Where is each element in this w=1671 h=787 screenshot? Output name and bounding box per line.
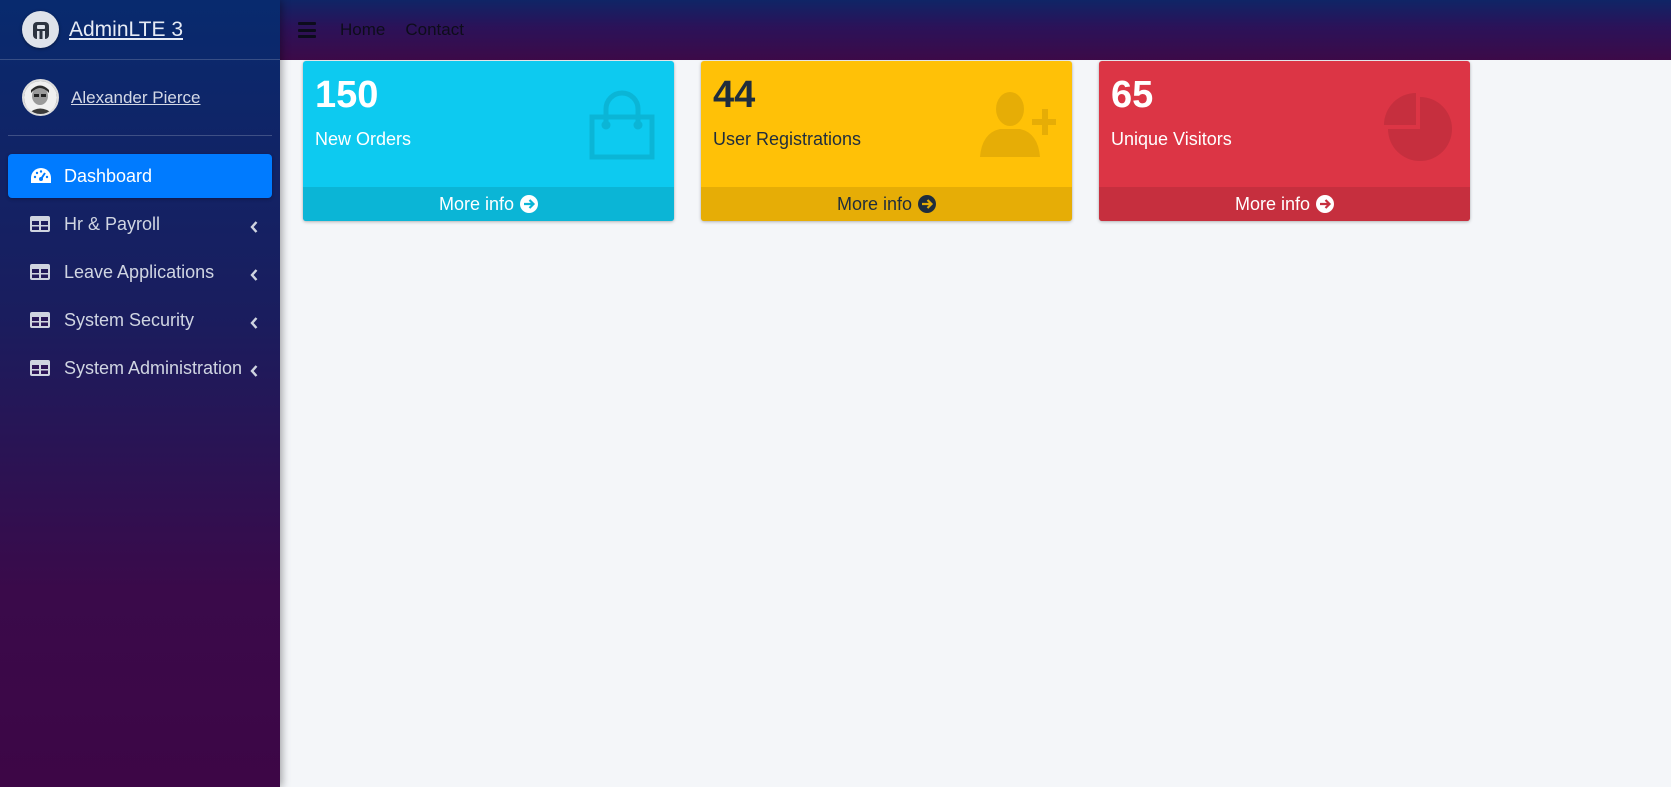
sidebar-nav: Dashboard Hr & Payroll Leave Application… (0, 154, 280, 390)
sidebar-item-hr-payroll[interactable]: Hr & Payroll (8, 202, 272, 246)
table-icon (30, 262, 52, 282)
table-icon (30, 214, 52, 234)
user-plus-icon (980, 89, 1058, 166)
more-info-link[interactable]: More info (701, 187, 1072, 221)
small-box-unique-visitors: 65 Unique Visitors More info (1099, 61, 1470, 221)
tachometer-icon (30, 166, 52, 186)
arrow-circle-right-icon (918, 195, 937, 213)
shopping-bag-icon (586, 89, 658, 166)
menu-toggle-icon[interactable] (298, 22, 316, 38)
nav-link-contact[interactable]: Contact (405, 20, 464, 40)
top-navbar: Home Contact (280, 0, 1671, 60)
chevron-left-icon (250, 265, 258, 286)
sidebar-item-system-security[interactable]: System Security (8, 298, 272, 342)
more-info-link[interactable]: More info (1099, 187, 1470, 221)
sidebar-item-label: Leave Applications (64, 261, 215, 282)
sidebar-item-system-administration[interactable]: System Administration (8, 346, 272, 390)
more-info-label: More info (836, 193, 913, 214)
chevron-left-icon (250, 361, 258, 382)
nav-link-home[interactable]: Home (340, 20, 385, 40)
table-icon (30, 358, 52, 378)
user-panel: Alexander Pierce (8, 60, 272, 136)
sidebar-item-leave-applications[interactable]: Leave Applications (8, 250, 272, 294)
sidebar-item-label: System Security (64, 309, 195, 330)
small-box-new-orders: 150 New Orders More info (303, 61, 674, 221)
adminlte-logo-icon (22, 11, 59, 48)
arrow-circle-right-icon (1316, 195, 1335, 213)
small-box-user-registrations: 44 User Registrations More info (701, 61, 1072, 221)
sidebar-item-label: Dashboard (64, 165, 153, 186)
chevron-left-icon (250, 313, 258, 334)
pie-chart-icon (1382, 89, 1454, 166)
main-sidebar: AdminLTE 3 Alexander Pierce Dashboard Hr… (0, 0, 280, 787)
brand-link[interactable]: AdminLTE 3 (0, 0, 280, 60)
more-info-link[interactable]: More info (303, 187, 674, 221)
table-icon (30, 310, 52, 330)
sidebar-item-dashboard[interactable]: Dashboard (8, 154, 272, 198)
chevron-left-icon (250, 217, 258, 238)
sidebar-item-label: System Administration (64, 357, 243, 378)
content-wrapper: 150 New Orders More info 44 User Registr… (280, 60, 1671, 787)
user-name-link[interactable]: Alexander Pierce (71, 88, 200, 108)
arrow-circle-right-icon (520, 195, 539, 213)
brand-title[interactable]: AdminLTE 3 (69, 18, 183, 42)
more-info-label: More info (1234, 193, 1311, 214)
sidebar-item-label: Hr & Payroll (64, 213, 161, 234)
more-info-label: More info (438, 193, 515, 214)
user-avatar (22, 79, 59, 116)
